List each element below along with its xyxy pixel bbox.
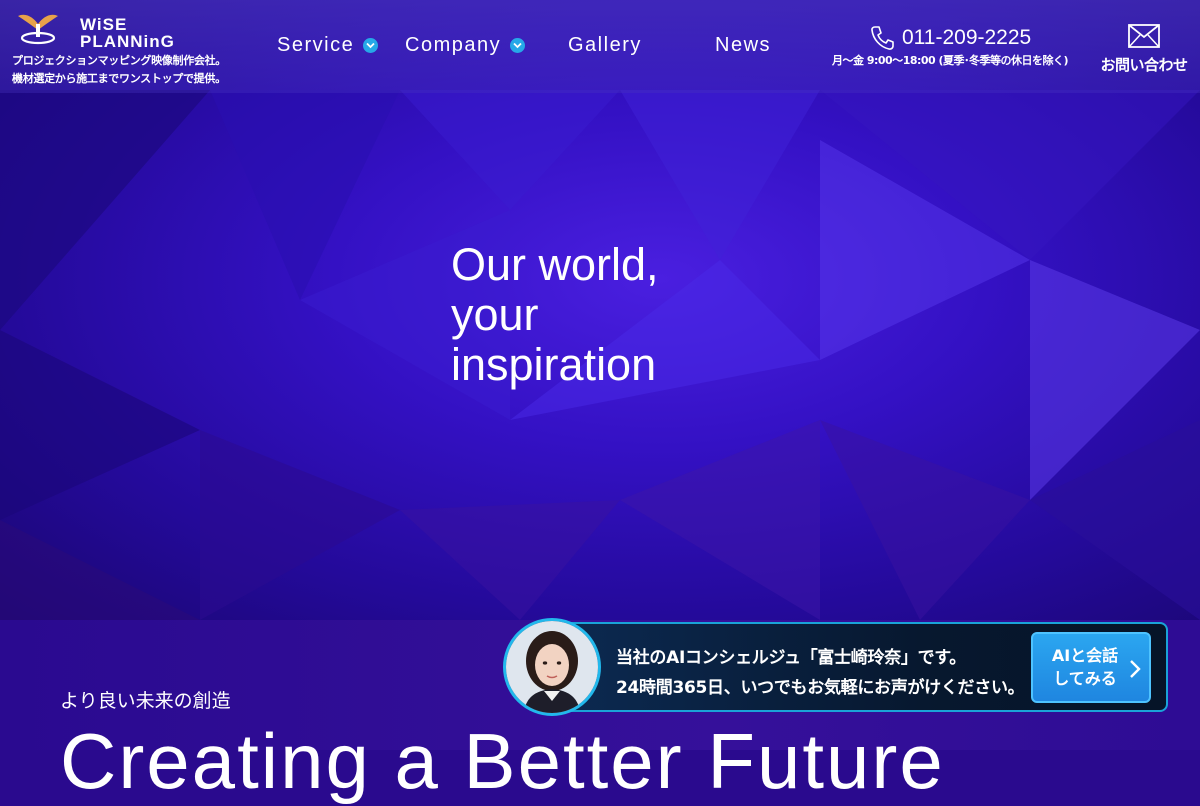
phone-number[interactable]: 011-209-2225 xyxy=(902,26,1031,50)
chevron-right-icon xyxy=(1130,660,1141,678)
ai-concierge-message: 当社のAIコンシェルジュ「富士崎玲奈」です。 24時間365日、いつでもお気軽に… xyxy=(616,648,1025,698)
nav-item-service[interactable]: Service xyxy=(277,34,379,57)
inquiry-button[interactable]: お問い合わせ xyxy=(1094,24,1194,75)
company-tagline: プロジェクションマッピング映像制作会社。 機材選定から施工までワンストップで提供… xyxy=(12,54,226,85)
site-header: WiSE PLANNinG プロジェクションマッピング映像制作会社。 機材選定か… xyxy=(0,0,1200,93)
ai-chat-button[interactable]: AIと会話 してみる xyxy=(1031,632,1151,703)
logo[interactable]: WiSE PLANNinG xyxy=(16,8,186,51)
business-hours: 月〜金 9:00〜18:00 (夏季･冬季等の休日を除く) xyxy=(832,54,1069,67)
nav-item-news[interactable]: News xyxy=(715,34,771,57)
logo-emblem xyxy=(18,14,58,45)
mail-icon xyxy=(1128,24,1160,48)
chevron-down-icon xyxy=(510,38,526,53)
hero-headline: Our world, your inspiration xyxy=(451,239,659,390)
logo-wordmark: WiSE PLANNinG xyxy=(80,15,175,51)
section-subtitle: より良い未来の創造 xyxy=(60,690,231,712)
section-title: Creating a Better Future xyxy=(60,717,945,805)
chevron-down-icon xyxy=(363,38,379,53)
ai-concierge-avatar[interactable] xyxy=(503,618,601,716)
phone-icon xyxy=(871,26,894,50)
nav-item-company[interactable]: Company xyxy=(405,34,526,57)
nav-item-gallery[interactable]: Gallery xyxy=(568,34,642,57)
